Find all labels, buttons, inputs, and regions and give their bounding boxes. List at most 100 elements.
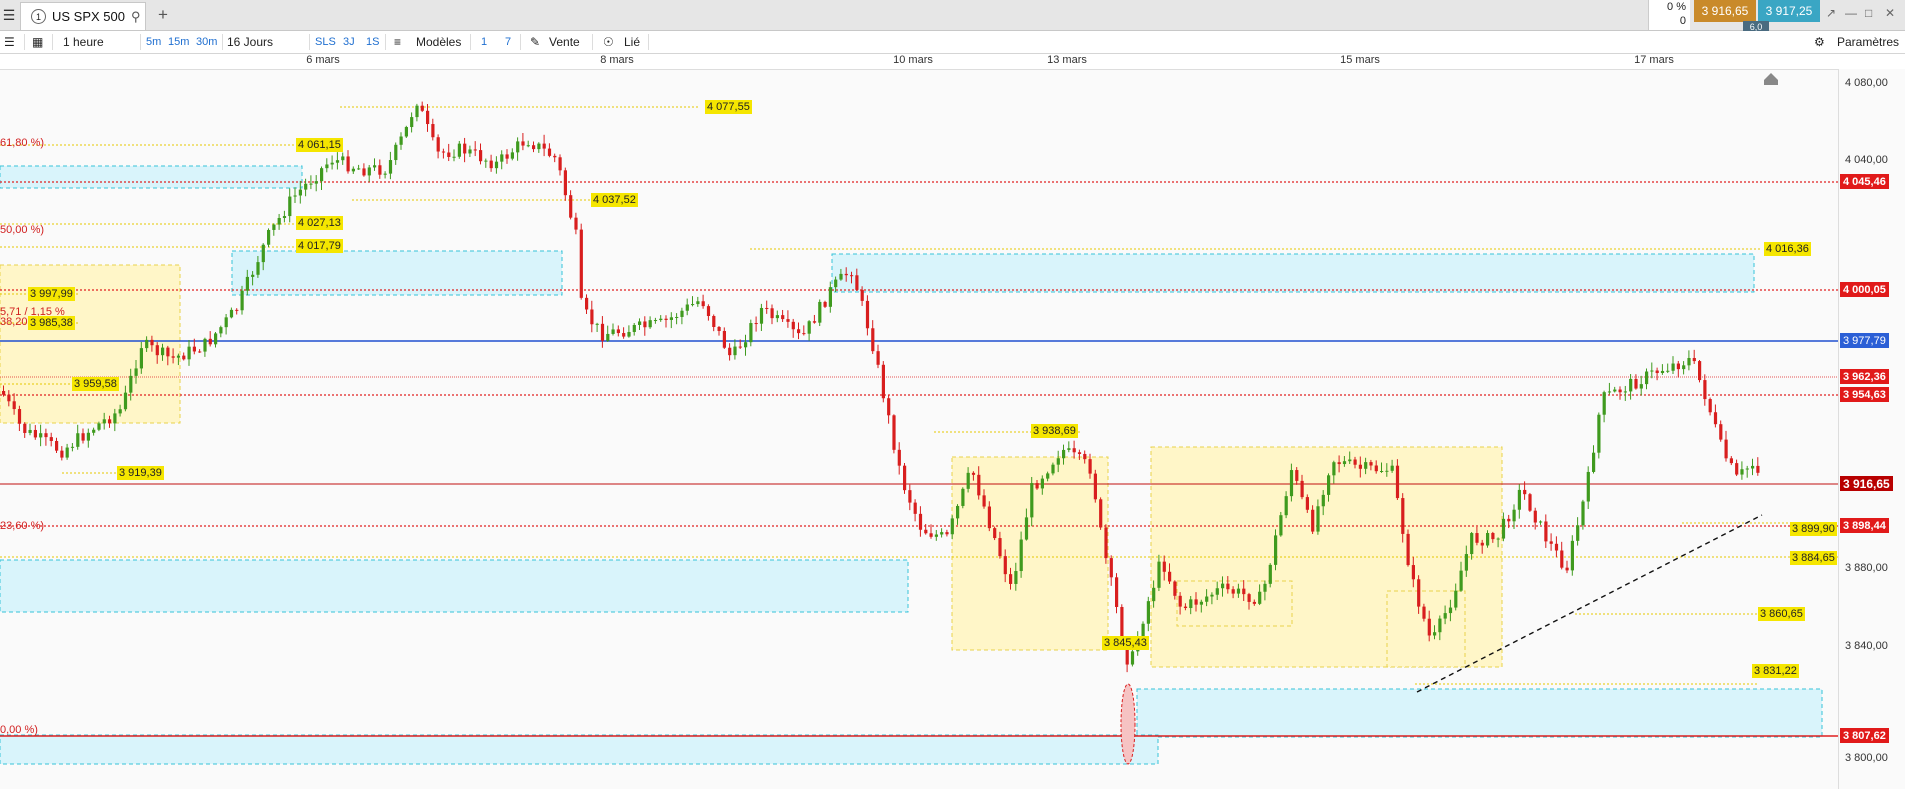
candle-body <box>335 160 340 163</box>
candle-body <box>65 447 69 458</box>
timeframe-15m-button[interactable]: 15m <box>168 31 189 53</box>
candle-body <box>616 329 620 334</box>
candle-body <box>1035 483 1039 489</box>
candle-body <box>775 315 779 319</box>
candle-body <box>441 151 446 153</box>
candle-body <box>1507 518 1511 522</box>
candle-body <box>1258 591 1262 604</box>
candle-body <box>653 320 658 322</box>
candle-body <box>542 143 546 149</box>
candle-body <box>1115 577 1119 607</box>
candle-body <box>1581 501 1585 526</box>
candle-body <box>993 528 997 539</box>
candle-body <box>632 324 636 332</box>
candle-body <box>1533 510 1537 523</box>
add-tab-button[interactable]: + <box>158 5 168 25</box>
chart-canvas[interactable] <box>0 69 1838 789</box>
sell-button[interactable]: Vente <box>549 31 580 53</box>
candle-body <box>1046 473 1050 479</box>
candle-body <box>1618 389 1622 393</box>
window-control-icon[interactable]: ↗ <box>1826 6 1836 20</box>
candle-body <box>1475 533 1479 543</box>
one-button[interactable]: 1 <box>481 31 487 53</box>
candle-body <box>579 229 583 298</box>
price-annotation: 3 884,65 <box>1790 551 1837 565</box>
maximize-icon[interactable]: □ <box>1865 6 1872 20</box>
candle-body <box>1448 607 1453 614</box>
models-button[interactable]: Modèles <box>416 31 461 53</box>
candle-body <box>1411 565 1415 580</box>
candle-body <box>1692 357 1696 362</box>
candle-body <box>351 168 355 172</box>
candle-body <box>139 348 143 369</box>
candle-body <box>1554 543 1559 551</box>
candle-body <box>1274 535 1278 565</box>
search-icon[interactable]: ⚲ <box>131 9 141 25</box>
range-select[interactable]: 16 Jours <box>227 31 273 53</box>
price-annotation: 3 831,22 <box>1752 664 1799 678</box>
candle-body <box>1332 462 1336 476</box>
candle-body <box>1491 532 1495 540</box>
candle-body <box>1056 458 1060 465</box>
top-bar: ☰ 1 US SPX 500 ⚲ + 0 % 0 3 916,65 3 917,… <box>0 0 1905 32</box>
candle-body <box>1099 499 1103 528</box>
layout-icon[interactable]: ▦ <box>32 31 43 53</box>
candle-body <box>1263 583 1267 592</box>
candle-body <box>1501 518 1506 539</box>
drawing-icon[interactable]: ✎ <box>530 31 540 53</box>
price-chart[interactable]: 61,80 %) 50,00 %) 5,71 / 1,15 % 38,20 %)… <box>0 69 1905 789</box>
candle-body <box>574 217 578 230</box>
eye-icon[interactable]: ☉ <box>603 31 614 53</box>
interval-select[interactable]: 1 heure <box>63 31 104 53</box>
candle-body <box>1480 542 1484 546</box>
minimize-icon[interactable]: — <box>1845 6 1857 20</box>
candle-body <box>256 262 260 275</box>
candle-body <box>1390 465 1394 471</box>
seven-button[interactable]: 7 <box>505 31 511 53</box>
fib-label: 23,60 %) <box>0 520 45 532</box>
candle-body <box>749 323 753 343</box>
date-label: 13 mars <box>1047 54 1087 66</box>
price-annotation: 4 077,55 <box>705 100 752 114</box>
candle-body <box>929 533 933 537</box>
candle-body <box>1327 475 1331 495</box>
candle-body <box>1698 361 1702 381</box>
ask-price-button[interactable]: 3 917,25 <box>1758 0 1820 22</box>
candle-body <box>1194 599 1198 605</box>
bid-price-button[interactable]: 3 916,65 <box>1694 0 1756 22</box>
instrument-tab[interactable]: 1 US SPX 500 ⚲ <box>20 2 146 30</box>
candle-body <box>569 195 573 218</box>
close-icon[interactable]: ✕ <box>1885 6 1895 20</box>
candle-body <box>691 304 695 306</box>
models-icon[interactable]: ≡ <box>394 31 401 53</box>
price-annotation: 4 016,36 <box>1764 242 1811 256</box>
candle-body <box>940 532 944 535</box>
candle-body <box>320 168 324 182</box>
3j-button[interactable]: 3J <box>343 31 355 53</box>
candle-body <box>198 351 202 353</box>
timeframe-30m-button[interactable]: 30m <box>196 31 217 53</box>
sls-button[interactable]: SLS <box>315 31 336 53</box>
candle-body <box>1676 363 1680 370</box>
settings-button[interactable]: Paramètres <box>1837 31 1899 53</box>
hamburger-icon[interactable]: ☰ <box>0 0 18 30</box>
linked-button[interactable]: Lié <box>624 31 640 53</box>
candle-body <box>1173 581 1177 596</box>
gear-icon[interactable]: ⚙ <box>1814 31 1825 53</box>
candle-body <box>28 429 32 433</box>
axis-price-label: 3 954,63 <box>1840 387 1889 402</box>
candle-body <box>1687 357 1691 366</box>
candle-body <box>1321 494 1325 507</box>
date-label: 17 mars <box>1634 54 1674 66</box>
candle-body <box>203 338 207 352</box>
1s-button[interactable]: 1S <box>366 31 379 53</box>
candle-body <box>134 368 138 376</box>
candle-body <box>1337 462 1341 465</box>
candle-body <box>1162 561 1166 572</box>
price-annotation: 3 919,39 <box>117 466 164 480</box>
candle-body <box>553 155 557 158</box>
list-icon[interactable]: ☰ <box>4 31 15 53</box>
timeframe-5m-button[interactable]: 5m <box>146 31 161 53</box>
candle-body <box>373 165 377 168</box>
fib-label: 61,80 %) <box>0 137 45 149</box>
